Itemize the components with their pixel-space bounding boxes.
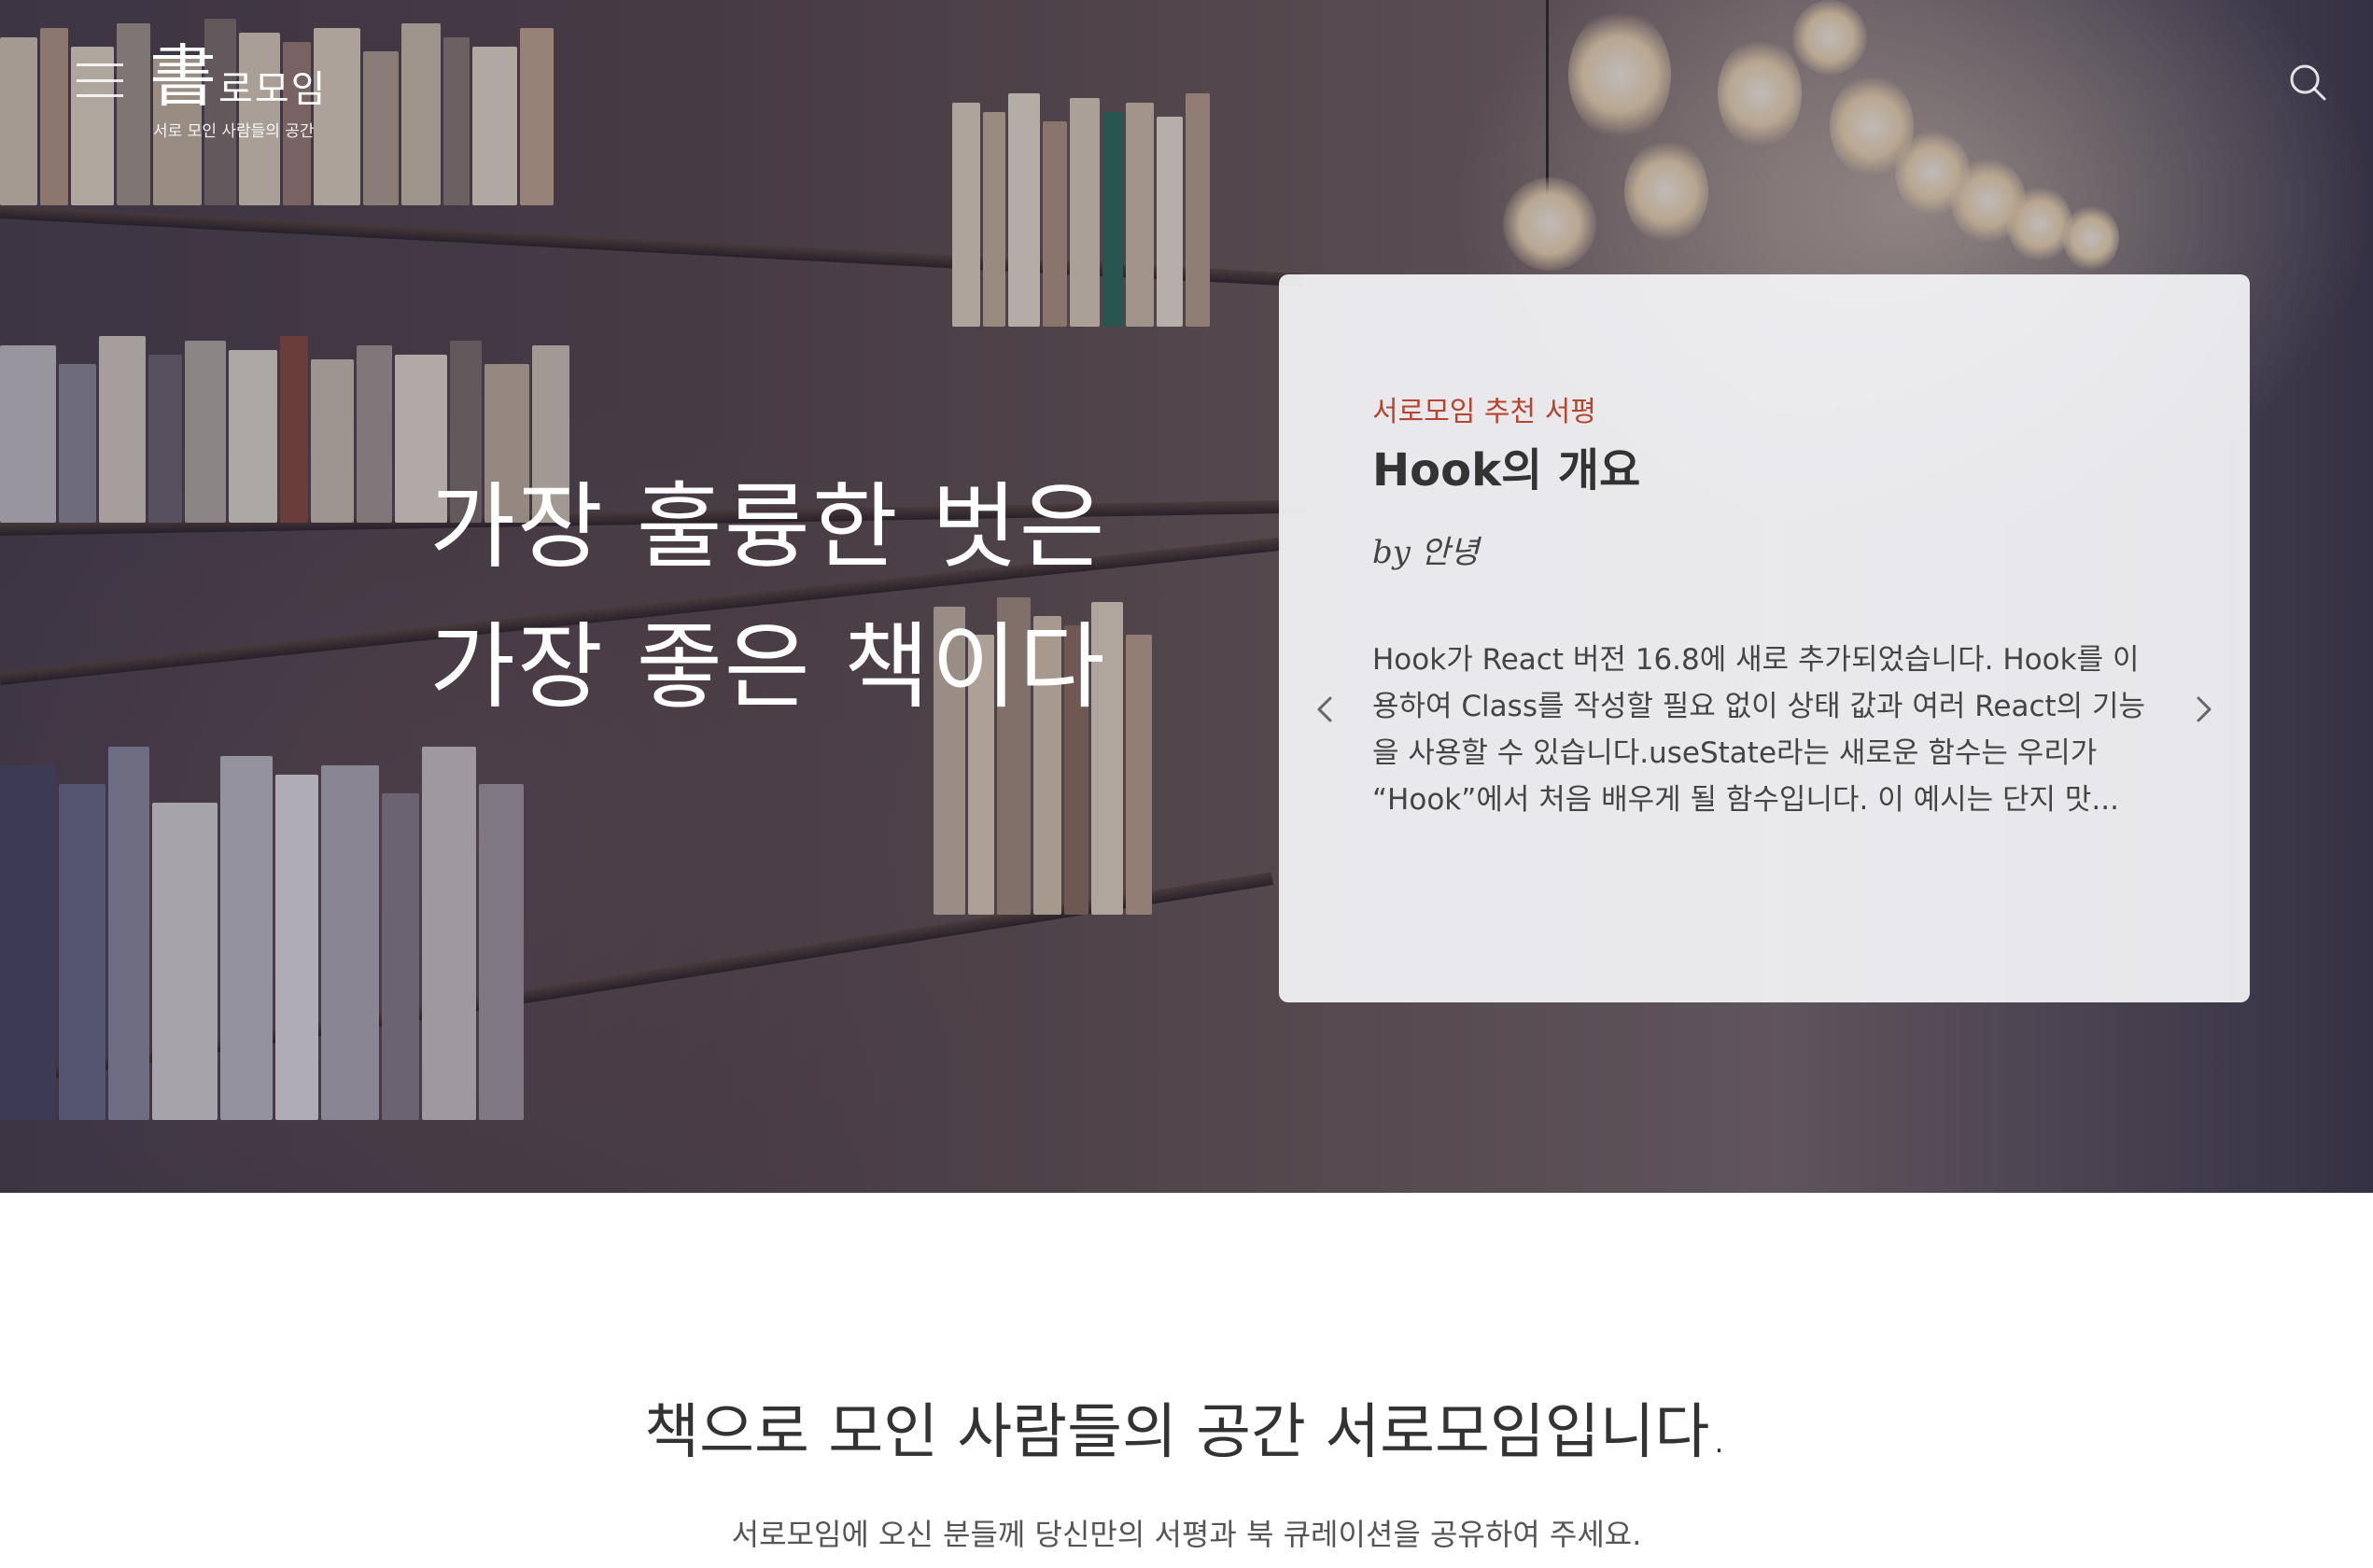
logo-subtitle: 서로 모인 사람들의 공간 [153,122,315,141]
hamburger-menu-icon[interactable] [77,63,123,97]
review-excerpt: Hook가 React 버전 16.8에 새로 추가되었습니다. Hook를 이… [1372,643,2146,817]
logo-hanja: 書 [149,37,218,116]
chevron-right-icon[interactable] [2184,691,2222,728]
recommended-review-card[interactable]: 서로모임 추천 서평 Hook의 개요 by 안녕 Hook가 React 버전… [1279,274,2250,1002]
hero-section: 書 로모임 서로 모인 사람들의 공간 가장 훌륭한 벗은 가장 좋은 책이다 … [0,0,2373,1193]
hero-quote-line-2: 가장 좋은 책이다 [429,612,1107,721]
review-author: by 안녕 [1372,534,1480,571]
logo-text: 로모임 [218,68,328,111]
hero-quote: 가장 훌륭한 벗은 가장 좋은 책이다 [429,457,1139,737]
chevron-left-icon[interactable] [1307,691,1344,728]
intro-title: 책으로 모인 사람들의 공간 서로모임입니다. [644,1398,1729,1467]
search-icon[interactable] [2287,62,2328,103]
site-logo[interactable]: 書 로모임 서로 모인 사람들의 공간 [149,39,327,141]
card-label: 서로모임 추천 서평 [1372,396,1596,428]
intro-subtitle: 서로모임에 오신 분들께 당신만의 서평과 북 큐레이션을 공유하여 주세요. [731,1517,1642,1552]
review-title[interactable]: Hook의 개요 [1372,433,1640,498]
hero-quote-line-1: 가장 훌륭한 벗은 [429,472,1107,581]
